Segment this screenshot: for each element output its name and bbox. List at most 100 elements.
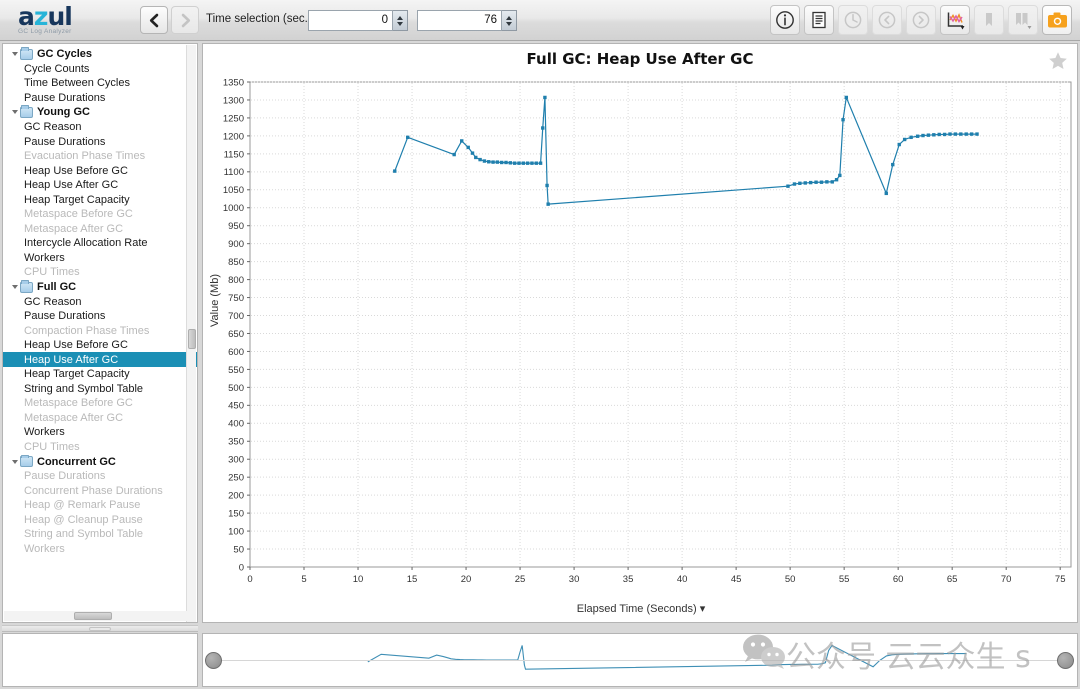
data-point[interactable] [937, 132, 941, 137]
tree-item-heap-use-after-gc[interactable]: Heap Use After GC [3, 178, 197, 193]
data-point[interactable] [541, 126, 545, 130]
range-start-handle[interactable] [205, 652, 222, 669]
stepper-down-icon[interactable] [397, 21, 403, 26]
data-point[interactable] [525, 161, 530, 165]
stepper-up-icon[interactable] [397, 15, 403, 20]
data-point[interactable] [538, 161, 543, 165]
data-point[interactable] [819, 180, 824, 184]
data-point[interactable] [814, 180, 818, 184]
twisty-expanded-icon[interactable] [9, 285, 20, 290]
data-point[interactable] [452, 152, 456, 157]
data-point[interactable] [543, 95, 547, 100]
tree-item-gc-reason[interactable]: GC Reason [3, 120, 197, 135]
data-point[interactable] [902, 137, 907, 142]
tree-group-gc-cycles[interactable]: GC Cycles [3, 47, 197, 62]
data-point[interactable] [975, 132, 979, 136]
data-point[interactable] [808, 180, 813, 185]
info-button[interactable] [770, 5, 800, 35]
tree-item-heap-use-before-gc[interactable]: Heap Use Before GC [3, 163, 197, 178]
data-point[interactable] [798, 181, 802, 186]
tree-item-pause-durations[interactable]: Pause Durations [3, 134, 197, 149]
data-point[interactable] [546, 202, 550, 206]
twisty-expanded-icon[interactable] [9, 459, 20, 464]
data-point[interactable] [470, 151, 475, 155]
tree-item-workers[interactable]: Workers [3, 425, 197, 440]
favorite-button[interactable] [1047, 50, 1069, 72]
data-point[interactable] [841, 118, 845, 122]
chart-button[interactable] [940, 5, 970, 35]
data-point[interactable] [921, 133, 925, 138]
line-chart-svg[interactable]: 0501001502002503003504004505005506006507… [203, 72, 1079, 600]
data-point[interactable] [825, 180, 829, 184]
screenshot-button[interactable] [1042, 5, 1072, 35]
splitter-grip[interactable] [89, 627, 111, 631]
data-point[interactable] [942, 132, 947, 137]
data-point[interactable] [926, 133, 931, 137]
sidebar-horizontal-scroll-thumb[interactable] [74, 612, 112, 620]
data-point[interactable] [969, 132, 974, 136]
report-button[interactable] [804, 5, 834, 35]
data-point[interactable] [517, 161, 521, 165]
data-point[interactable] [844, 95, 849, 100]
navigation-sidebar[interactable]: GC Cycles Cycle Counts Time Between Cycles… [2, 43, 198, 623]
next-circle-button[interactable] [906, 5, 936, 35]
data-point[interactable] [897, 142, 901, 147]
data-point[interactable] [959, 132, 963, 136]
time-start-stepper[interactable] [393, 10, 408, 31]
data-point[interactable] [884, 191, 888, 196]
sidebar-horizontal-scrollbar[interactable] [4, 611, 187, 621]
x-axis-dropdown-icon[interactable]: ▾ [700, 603, 706, 615]
data-point[interactable] [406, 135, 410, 140]
range-overview-panel[interactable] [202, 633, 1078, 687]
data-point[interactable] [803, 181, 807, 185]
data-point[interactable] [909, 135, 913, 140]
time-end-stepper[interactable] [502, 10, 517, 31]
tree-item-gc-reason[interactable]: GC Reason [3, 294, 197, 309]
data-point[interactable] [508, 161, 513, 165]
data-point[interactable] [838, 173, 842, 178]
clock-button[interactable] [838, 5, 868, 35]
data-point[interactable] [530, 161, 534, 165]
data-point[interactable] [512, 161, 517, 165]
data-point[interactable] [534, 161, 538, 165]
data-point[interactable] [491, 160, 495, 164]
data-point[interactable] [932, 133, 936, 137]
time-start-spinner[interactable]: 0 [308, 10, 408, 31]
data-point[interactable] [487, 160, 491, 164]
sidebar-splitter[interactable] [2, 625, 198, 632]
tree-group-young-gc[interactable]: Young GC [3, 105, 197, 120]
tree-item-cycle-counts[interactable]: Cycle Counts [3, 62, 197, 77]
data-point[interactable] [478, 157, 482, 162]
tree-item-heap-use-after-gc[interactable]: Heap Use After GC [3, 352, 197, 368]
tree-item-time-between-cycles[interactable]: Time Between Cycles [3, 76, 197, 91]
data-point[interactable] [786, 184, 790, 188]
tree-item-heap-use-before-gc[interactable]: Heap Use Before GC [3, 338, 197, 353]
data-point[interactable] [953, 132, 958, 136]
range-end-handle[interactable] [1057, 652, 1074, 669]
forward-button[interactable] [171, 6, 199, 34]
range-track[interactable] [213, 660, 1067, 661]
data-point[interactable] [521, 161, 526, 165]
tree-item-heap-target-capacity[interactable]: Heap Target Capacity [3, 192, 197, 207]
tree-item-pause-durations[interactable]: Pause Durations [3, 309, 197, 324]
tree-group-full-gc[interactable]: Full GC [3, 280, 197, 295]
twisty-expanded-icon[interactable] [9, 110, 20, 115]
metric-tree[interactable]: GC Cycles Cycle Counts Time Between Cycles… [3, 44, 197, 556]
data-point[interactable] [834, 178, 839, 182]
data-point[interactable] [500, 160, 504, 165]
sidebar-vertical-scrollbar[interactable] [186, 45, 196, 622]
time-end-input[interactable]: 76 [417, 10, 502, 31]
data-point[interactable] [504, 160, 508, 165]
previous-circle-button[interactable] [872, 5, 902, 35]
data-point[interactable] [891, 162, 895, 167]
tree-item-pause-durations[interactable]: Pause Durations [3, 91, 197, 106]
data-point[interactable] [495, 160, 500, 164]
sidebar-vertical-scroll-thumb[interactable] [188, 329, 196, 349]
back-button[interactable] [140, 6, 168, 34]
tree-item-string-and-symbol-table[interactable]: String and Symbol Table [3, 382, 197, 397]
tree-group-concurrent-gc[interactable]: Concurrent GC [3, 454, 197, 469]
data-point[interactable] [830, 180, 834, 184]
time-end-spinner[interactable]: 76 [417, 10, 517, 31]
data-point[interactable] [474, 155, 478, 160]
data-point[interactable] [964, 132, 968, 136]
